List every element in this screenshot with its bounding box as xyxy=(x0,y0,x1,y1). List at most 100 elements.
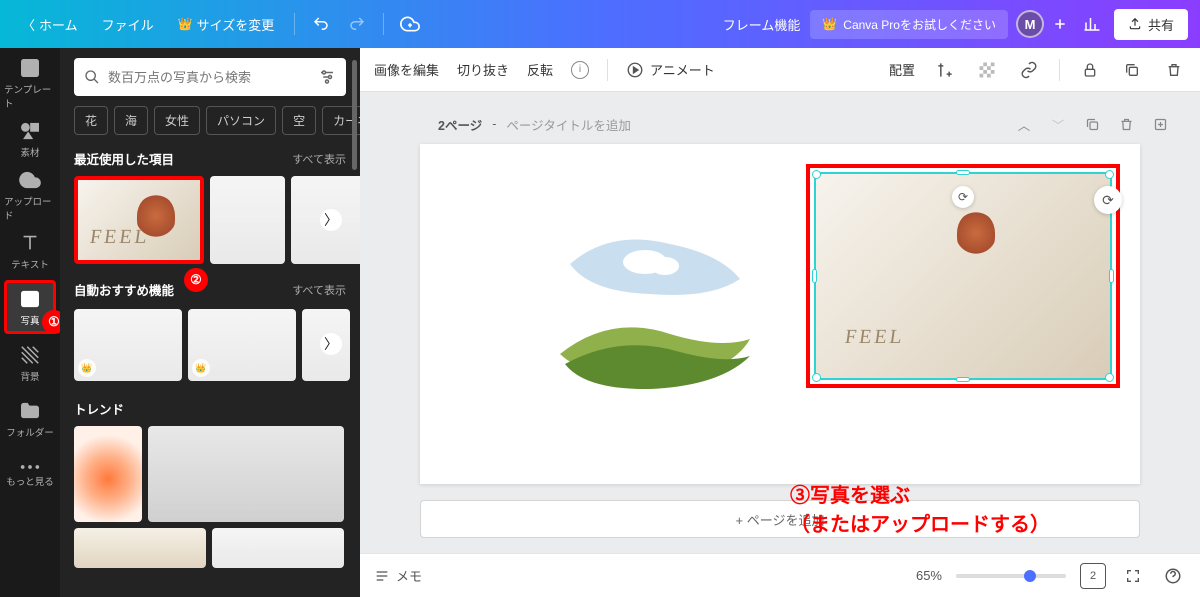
scroll-right-button[interactable]: 〉 xyxy=(320,209,342,231)
resize-handle-bl[interactable] xyxy=(812,373,821,382)
file-menu[interactable]: ファイル xyxy=(92,9,164,40)
page-add-icon[interactable] xyxy=(1148,112,1172,136)
rotate-handle[interactable]: ⟳ xyxy=(1094,186,1122,214)
share-label: 共有 xyxy=(1148,15,1174,34)
search-input[interactable] xyxy=(108,70,318,85)
resize-handle-tl[interactable] xyxy=(812,170,821,179)
notes-button[interactable]: メモ xyxy=(374,566,422,585)
zoom-value[interactable]: 65% xyxy=(916,568,942,583)
rail-folder[interactable]: フォルダー xyxy=(4,392,56,446)
redo-button[interactable] xyxy=(341,8,373,40)
recent-photo-1[interactable] xyxy=(74,176,204,264)
chevron-left-icon: 〈 xyxy=(22,15,35,34)
recent-photo-2[interactable] xyxy=(210,176,285,264)
undo-button[interactable] xyxy=(305,8,337,40)
insights-button[interactable] xyxy=(1076,8,1108,40)
duplicate-icon[interactable] xyxy=(1120,58,1144,82)
resize-handle-tr[interactable] xyxy=(1105,170,1114,179)
auto-photo-2[interactable]: 👑 xyxy=(188,309,296,381)
canvas-scroll[interactable]: 2ページ - ページタイトルを追加 ︿ ﹀ xyxy=(360,92,1200,553)
trend-photo-4[interactable] xyxy=(212,528,344,568)
rail-elements[interactable]: 素材 xyxy=(4,112,56,166)
help-icon[interactable] xyxy=(1160,563,1186,589)
separator xyxy=(294,13,295,35)
page-number-label: 2ページ xyxy=(438,115,482,134)
selected-photo[interactable]: ⟳ ⟳ xyxy=(806,164,1120,388)
canvas-page[interactable]: ⟳ ⟳ xyxy=(420,144,1140,484)
section-title: 自動おすすめ機能 xyxy=(74,280,174,299)
scrollbar-thumb[interactable] xyxy=(352,60,357,170)
section-title: トレンド xyxy=(74,399,124,418)
separator xyxy=(607,59,608,81)
zoom-knob[interactable] xyxy=(1024,570,1036,582)
page-down-icon[interactable]: ﹀ xyxy=(1046,112,1070,136)
trend-photo-3[interactable] xyxy=(74,528,206,568)
resize-handle-b[interactable] xyxy=(956,377,970,382)
view-all-link[interactable]: すべて表示 xyxy=(292,151,346,167)
edit-image-button[interactable]: 画像を編集 xyxy=(374,60,439,79)
fullscreen-icon[interactable] xyxy=(1120,563,1146,589)
resize-handle-l[interactable] xyxy=(812,269,817,283)
design-title[interactable]: フレーム機能 xyxy=(713,9,811,40)
left-rail: テンプレート 素材 アップロード テキスト 写真 背景 フォルダー もっと見る xyxy=(0,48,60,597)
animate-button[interactable]: アニメート xyxy=(626,60,715,79)
rail-text[interactable]: テキスト xyxy=(4,224,56,278)
resize-label: サイズを変更 xyxy=(197,15,275,34)
auto-photo-1[interactable]: 👑 xyxy=(74,309,182,381)
notes-label: メモ xyxy=(396,566,422,585)
resize-button[interactable]: 👑 サイズを変更 xyxy=(168,9,285,40)
separator xyxy=(383,13,384,35)
page-up-icon[interactable]: ︿ xyxy=(1012,112,1036,136)
view-all-link[interactable]: すべて表示 xyxy=(292,282,346,298)
add-member-button[interactable] xyxy=(1044,8,1076,40)
tag-woman[interactable]: 女性 xyxy=(154,106,200,135)
rail-more[interactable]: もっと見る xyxy=(4,448,56,502)
more-icon xyxy=(19,463,41,471)
info-icon[interactable]: i xyxy=(571,61,589,79)
delete-icon[interactable] xyxy=(1162,58,1186,82)
lock-icon[interactable] xyxy=(1078,58,1102,82)
rail-label: 写真 xyxy=(20,313,39,327)
trend-photo-2[interactable] xyxy=(148,426,344,522)
trend-photo-1[interactable] xyxy=(74,426,142,522)
page-duplicate-icon[interactable] xyxy=(1080,112,1104,136)
link-icon[interactable] xyxy=(1017,58,1041,82)
crop-button[interactable]: 切り抜き xyxy=(457,60,509,79)
scroll-right-button[interactable]: 〉 xyxy=(320,333,342,355)
zoom-slider[interactable] xyxy=(956,574,1066,578)
rail-label: フォルダー xyxy=(6,425,54,439)
back-button[interactable]: 〈 ホーム xyxy=(12,9,88,40)
position-button[interactable]: 配置 xyxy=(889,60,915,79)
transparency-icon[interactable] xyxy=(975,58,999,82)
tag-pc[interactable]: パソコン xyxy=(206,106,276,135)
badge-text: ② xyxy=(190,272,202,288)
resize-handle-r[interactable] xyxy=(1109,269,1114,283)
try-pro-button[interactable]: 👑 Canva Proをお試しください xyxy=(810,10,1008,39)
elements-icon xyxy=(19,120,41,142)
tag-flower[interactable]: 花 xyxy=(74,106,108,135)
filter-icon[interactable] xyxy=(318,68,336,86)
resize-handle-t[interactable] xyxy=(956,170,970,175)
resize-handle-br[interactable] xyxy=(1105,373,1114,382)
separator xyxy=(1059,59,1060,81)
tag-sky[interactable]: 空 xyxy=(282,106,316,135)
landscape-graphic[interactable] xyxy=(550,224,760,394)
page-title-input[interactable]: ページタイトルを追加 xyxy=(506,115,631,134)
cloud-sync-icon[interactable] xyxy=(394,8,426,40)
canvas-area: 画像を編集 切り抜き 反転 i アニメート 配置 2ページ - ページタイトルを xyxy=(360,48,1200,597)
share-button[interactable]: 共有 xyxy=(1114,9,1188,40)
rail-background[interactable]: 背景 xyxy=(4,336,56,390)
flip-button[interactable]: 反転 xyxy=(527,60,553,79)
panel-scrollbar[interactable] xyxy=(352,60,357,585)
rotate-handle-bottom[interactable]: ⟳ xyxy=(952,186,974,208)
tag-sea[interactable]: 海 xyxy=(114,106,148,135)
avatar[interactable]: M xyxy=(1016,10,1044,38)
rail-upload[interactable]: アップロード xyxy=(4,168,56,222)
page-indicator[interactable]: 2 xyxy=(1080,563,1106,589)
page-delete-icon[interactable] xyxy=(1114,112,1138,136)
rail-template[interactable]: テンプレート xyxy=(4,56,56,110)
effects-icon[interactable] xyxy=(933,58,957,82)
search-input-wrap[interactable] xyxy=(74,58,346,96)
top-bar: 〈 ホーム ファイル 👑 サイズを変更 フレーム機能 👑 Canva Proをお… xyxy=(0,0,1200,48)
annotation-text: ③写真を選ぶ （またはアップロードする） xyxy=(790,482,1050,540)
